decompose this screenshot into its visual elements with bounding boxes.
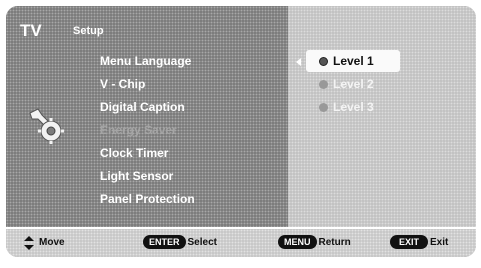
gear-wrench-icon (29, 108, 64, 144)
enter-hint[interactable]: ENTER Select (143, 229, 217, 257)
exit-label: Exit (430, 237, 449, 248)
menu-item-energy-saver[interactable]: Energy Saver (100, 119, 195, 142)
options-panel (288, 6, 476, 227)
exit-hint[interactable]: EXIT Exit (390, 229, 448, 257)
option-label: Level 2 (333, 77, 374, 91)
menu-item-clock-timer[interactable]: Clock Timer (100, 142, 195, 165)
tv-label: TV (20, 21, 42, 40)
menu-item-menu-language[interactable]: Menu Language (100, 50, 195, 73)
footer-help-bar: Move ENTER Select MENU Return EXIT Exit (6, 229, 476, 257)
menu-item-light-sensor[interactable]: Light Sensor (100, 165, 195, 188)
enter-key: ENTER (143, 235, 186, 250)
arrow-left-icon (296, 58, 301, 66)
menu-panel: TV Setup Menu Language V - Chip Digital … (6, 6, 288, 227)
radio-icon (319, 80, 328, 89)
up-down-arrow-icon (24, 236, 34, 250)
menu-item-digital-caption[interactable]: Digital Caption (100, 96, 195, 119)
menu-hint[interactable]: MENU Return (278, 229, 351, 257)
osd-setup-menu: TV Setup Menu Language V - Chip Digital … (6, 6, 476, 257)
menu-item-v-chip[interactable]: V - Chip (100, 73, 195, 96)
select-label: Select (187, 237, 217, 248)
option-label: Level 3 (333, 100, 374, 114)
radio-icon (319, 103, 328, 112)
menu-item-panel-protection[interactable]: Panel Protection (100, 188, 195, 211)
radio-selected-icon (319, 57, 328, 66)
setup-menu-list: Menu Language V - Chip Digital Caption E… (100, 50, 195, 211)
return-label: Return (318, 237, 351, 248)
move-label: Move (39, 237, 65, 248)
option-label: Level 1 (333, 54, 374, 68)
exit-key: EXIT (390, 235, 429, 250)
menu-key: MENU (278, 235, 317, 250)
section-title: Setup (73, 25, 104, 37)
